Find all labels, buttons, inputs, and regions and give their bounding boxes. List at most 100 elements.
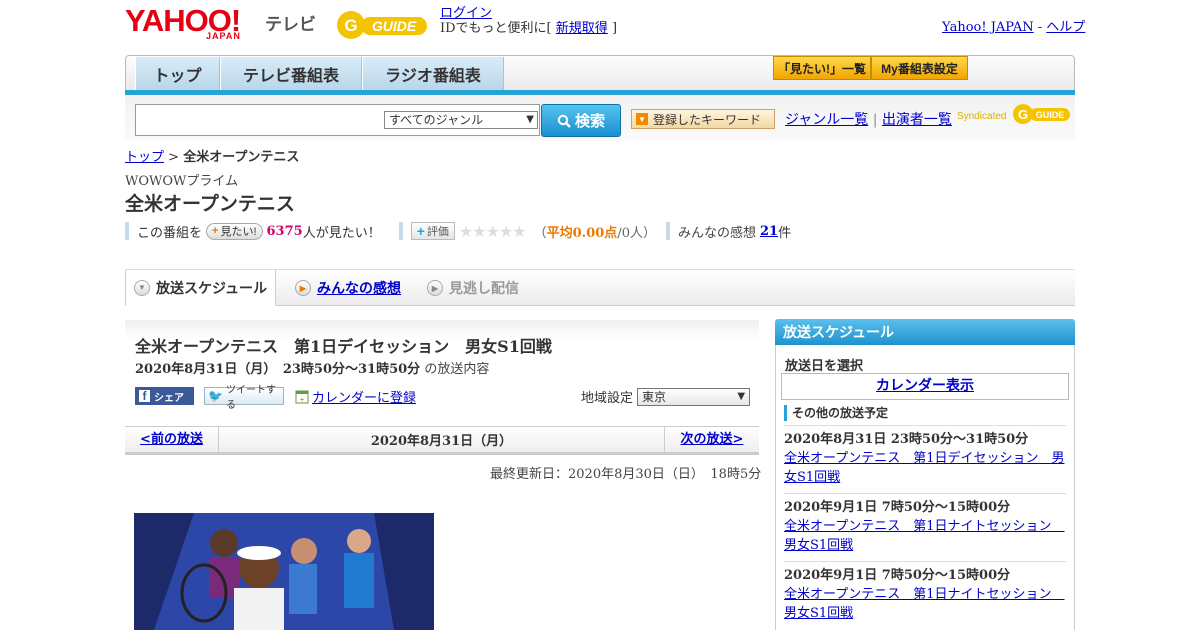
rate-button-label: 評価 xyxy=(426,226,449,238)
top-right-links: Yahoo! JAPAN - ヘルプ xyxy=(942,20,1086,35)
syndicated-gguide-logo: Syndicated G GUIDE xyxy=(957,101,1072,129)
impressions-count-link[interactable]: 21 xyxy=(760,224,778,239)
my-schedule-button[interactable]: My番組表設定 xyxy=(871,56,968,80)
twitter-bird-icon: 🐦 xyxy=(208,389,223,403)
breadcrumb-current: 全米オープンテニス xyxy=(183,150,300,165)
mitai-count: 6375 xyxy=(266,223,303,239)
facebook-icon: f xyxy=(139,389,150,403)
next-broadcast-link[interactable]: 次の放送> xyxy=(681,432,744,447)
svg-text:GUIDE: GUIDE xyxy=(372,18,417,34)
tab-missed[interactable]: ▶ 見逃し配信 xyxy=(427,270,519,306)
svg-text:+: + xyxy=(300,395,305,404)
last-updated: 最終更新日：2020年8月30日（日） 18時5分 xyxy=(490,467,762,482)
chevron-down-icon: ▼ xyxy=(134,279,150,296)
calendar-display-button[interactable]: カレンダー表示 xyxy=(781,373,1069,400)
channel-name: WOWOWプライム xyxy=(125,174,239,189)
impressions-unit: 件 xyxy=(778,225,792,241)
login-box: ログイン IDでもっと便利に[ 新規取得 ] xyxy=(440,6,617,36)
login-note-end: ] xyxy=(611,21,618,36)
schedule-date: 2020年9月1日 7時50分～15時00分 xyxy=(784,500,1011,515)
yahoo-japan-link[interactable]: Yahoo! JAPAN xyxy=(942,20,1034,35)
search-button-label: 検索 xyxy=(574,113,605,130)
divider xyxy=(125,222,129,240)
nav-tab-radio[interactable]: ラジオ番組表 xyxy=(362,57,504,90)
plus-icon: + xyxy=(212,225,219,237)
mitai-list-button[interactable]: 「見たい!」一覧 xyxy=(773,56,871,80)
mitai-button-label: 見たい! xyxy=(220,226,257,238)
schedule-title-link[interactable]: 全米オープンテニス 第1日ナイトセッション 男女S1回戦 xyxy=(784,519,1065,553)
rate-button[interactable]: + 評価 xyxy=(410,222,455,240)
mitai-suffix: 人が見たい！ xyxy=(302,225,381,241)
tab-missed-label: 見逃し配信 xyxy=(449,280,519,296)
region-label: 地域設定 xyxy=(581,391,634,406)
svg-text:G: G xyxy=(1018,107,1028,122)
broadcast-pager: <前の放送 2020年8月31日（月） 次の放送> xyxy=(125,426,759,455)
gguide-logo[interactable]: G GUIDE xyxy=(335,8,435,42)
genre-select[interactable]: すべてのジャンル ▼ xyxy=(384,111,538,129)
help-link[interactable]: ヘルプ xyxy=(1046,20,1085,35)
avg-score: 平均0.00点 xyxy=(546,225,618,241)
breadcrumb: トップ > 全米オープンテニス xyxy=(125,146,299,165)
japan-logo-text: JAPAN xyxy=(206,31,241,41)
tab-schedule[interactable]: ▼ 放送スケジュール xyxy=(125,270,277,306)
sidebar-header: 放送スケジュール xyxy=(775,319,1075,345)
impressions-label: みんなの感想 xyxy=(677,225,756,241)
schedule-title-link[interactable]: 全米オープンテニス 第1日ナイトセッション 男女S1回戦 xyxy=(784,587,1065,621)
breadcrumb-sep: > xyxy=(168,150,180,165)
registered-keywords-button[interactable]: ▼ 登録したキーワード xyxy=(631,109,775,129)
schedule-title-link[interactable]: 全米オープンテニス 第1日デイセッション 男女S1回戦 xyxy=(784,451,1065,485)
episode-datetime-suffix: の放送内容 xyxy=(424,362,490,377)
schedule-date: 2020年9月1日 7時50分～15時00分 xyxy=(784,568,1011,583)
nav-tab-tv[interactable]: テレビ番組表 xyxy=(220,57,362,90)
tweet-label: ツイートする xyxy=(225,385,276,411)
prev-broadcast-link[interactable]: <前の放送 xyxy=(140,432,203,447)
region-setting: 地域設定 東京 ▼ xyxy=(581,387,751,406)
search-button[interactable]: 検索 xyxy=(541,104,621,137)
tv-logo-text: テレビ xyxy=(265,15,316,34)
registered-keywords-label: 登録したキーワード xyxy=(653,112,762,127)
calendar-register-link: カレンダーに登録 xyxy=(312,391,417,406)
nav-tab-top[interactable]: トップ xyxy=(135,57,220,90)
divider xyxy=(398,222,403,240)
episode-datetime: 2020年8月31日（月） 23時50分～31時50分 の放送内容 xyxy=(135,358,489,377)
pick-date-label: 放送日を選択 xyxy=(785,359,864,374)
other-broadcasts-label: その他の放送予定 xyxy=(784,404,888,421)
genre-selected-value: すべてのジャンル xyxy=(389,113,484,127)
mitai-button[interactable]: + 見たい! xyxy=(206,222,263,240)
login-note: IDでもっと便利に[ xyxy=(440,21,552,36)
region-select[interactable]: 東京 ▼ xyxy=(637,387,751,406)
other-broadcasts-text: その他の放送予定 xyxy=(792,406,889,420)
plus-icon: + xyxy=(416,223,425,239)
calendar-icon: + xyxy=(295,390,309,404)
section-marker xyxy=(784,404,787,421)
chevron-right-icon: ▶ xyxy=(427,280,443,296)
facebook-share-button[interactable]: f シェア xyxy=(135,387,194,405)
yahoo-japan-logo[interactable]: YAHOO! JAPAN テレビ xyxy=(125,5,320,42)
genre-links: ジャンル一覧 | 出演者一覧 xyxy=(785,112,952,128)
svg-text:G: G xyxy=(344,16,357,35)
this-program-label: この番組を xyxy=(137,225,203,241)
tab-impressions[interactable]: ▶ みんなの感想 xyxy=(295,270,401,306)
list-item: 2020年9月1日 7時50分～15時00分 全米オープンテニス 第1日ナイトセ… xyxy=(784,561,1066,623)
list-item: 2020年8月31日 23時50分～31時50分 全米オープンテニス 第1日デイ… xyxy=(784,425,1066,487)
episode-title: 全米オープンテニス 第1日デイセッション 男女S1回戦 xyxy=(135,337,552,356)
signup-link[interactable]: 新規取得 xyxy=(556,21,608,36)
tab-impressions-label: みんなの感想 xyxy=(317,280,401,296)
share-label: シェア xyxy=(154,392,184,404)
list-item: 2020年9月1日 7時50分～15時00分 全米オープンテニス 第1日ナイトセ… xyxy=(784,493,1066,555)
region-selected-value: 東京 xyxy=(642,389,667,404)
calendar-display-link: カレンダー表示 xyxy=(876,378,974,394)
search-icon xyxy=(557,114,571,128)
performer-list-link[interactable]: 出演者一覧 xyxy=(882,112,952,128)
calendar-register[interactable]: + カレンダーに登録 xyxy=(295,387,416,406)
chevron-right-icon: ▶ xyxy=(295,280,311,296)
avg-open: （ xyxy=(533,225,547,241)
genre-list-link[interactable]: ジャンル一覧 xyxy=(785,112,868,128)
breadcrumb-home[interactable]: トップ xyxy=(125,150,164,165)
avg-rest: /0人） xyxy=(617,225,656,241)
triangle-down-icon: ▼ xyxy=(636,113,648,125)
tennis-players-image xyxy=(134,513,434,630)
program-meta-row: この番組を + 見たい! 6375 人が見たい！ + 評価 ★★★★★ （ 平均… xyxy=(125,221,791,241)
tweet-button[interactable]: 🐦 ツイートする xyxy=(204,385,284,411)
login-link[interactable]: ログイン xyxy=(440,6,492,21)
